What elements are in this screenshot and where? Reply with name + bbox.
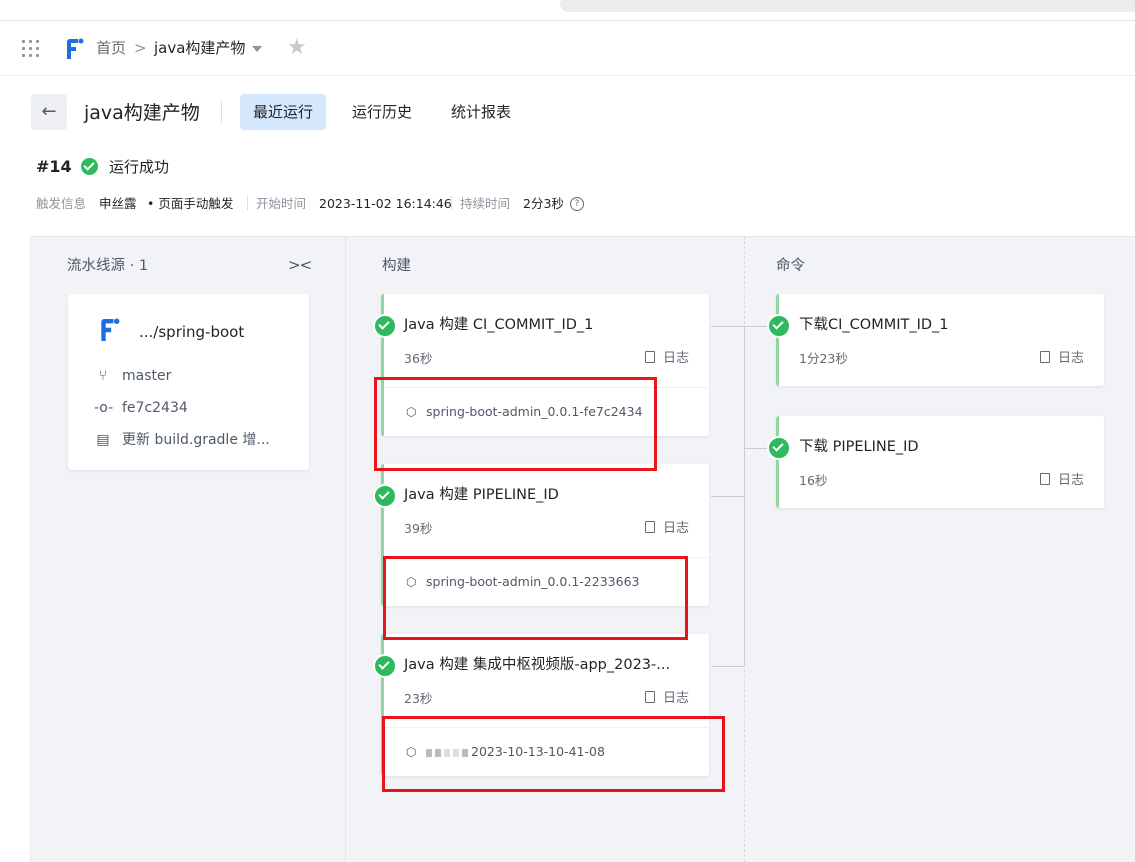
breadcrumb-home[interactable]: 首页: [96, 38, 126, 58]
success-check-icon: [81, 158, 98, 175]
success-check-icon: [767, 436, 791, 460]
log-link[interactable]: 日志: [1039, 351, 1084, 367]
command-job-card[interactable]: 下载CI_COMMIT_ID_1 1分23秒 日志: [776, 294, 1104, 386]
meta-divider: [247, 196, 248, 210]
highlight-box: [382, 716, 725, 792]
tab-statistics[interactable]: 统计报表: [438, 94, 524, 130]
tab-run-history[interactable]: 运行历史: [339, 94, 425, 130]
job-duration: 1分23秒: [799, 351, 848, 366]
star-icon[interactable]: ★: [287, 35, 307, 61]
job-title[interactable]: Java 构建 PIPELINE_ID: [404, 486, 559, 504]
chevron-down-icon[interactable]: [252, 46, 262, 52]
trigger-label: 触发信息: [36, 196, 87, 211]
connector: [744, 326, 745, 666]
success-check-icon: [373, 314, 397, 338]
start-time: 2023-11-02 16:14:46: [319, 196, 452, 211]
job-title[interactable]: Java 构建 集成中枢视频版-app_2023-...: [404, 656, 670, 674]
commit-icon: -o-: [94, 400, 114, 416]
connector: [711, 666, 744, 667]
job-duration: 23秒: [404, 691, 433, 706]
commit-message: 更新 build.gradle 增...: [122, 432, 270, 448]
run-number: #14: [36, 157, 72, 176]
browser-strip: [0, 0, 1135, 20]
connector: [711, 496, 744, 497]
commit-message-row: ▤ 更新 build.gradle 增...: [94, 431, 270, 449]
top-nav-bar: 首页 > java构建产物 ★: [0, 20, 1135, 76]
flow-logo-icon[interactable]: [64, 37, 84, 61]
highlight-box: [383, 556, 688, 640]
source-card[interactable]: .../spring-boot ⑂ master -o-fe7c2434 ▤ 更新 …: [68, 294, 309, 470]
book-icon: [1039, 473, 1050, 485]
document-icon: ▤: [96, 432, 110, 448]
log-link[interactable]: 日志: [644, 351, 689, 367]
breadcrumb-separator: >: [134, 39, 147, 57]
highlight-box: [374, 377, 657, 471]
question-circle-icon[interactable]: ?: [570, 197, 584, 211]
divider: [221, 101, 222, 123]
start-time-label: 开始时间: [256, 196, 307, 211]
run-duration: 2分3秒: [523, 196, 564, 211]
command-job-card[interactable]: 下载 PIPELINE_ID 16秒 日志: [776, 416, 1104, 508]
job-title[interactable]: 下载 PIPELINE_ID: [799, 438, 919, 456]
branch-name: master: [122, 368, 172, 384]
job-duration: 36秒: [404, 351, 433, 366]
branch-icon: ⑂: [98, 368, 108, 384]
tab-recent-runs[interactable]: 最近运行: [240, 94, 327, 130]
success-check-icon: [767, 314, 791, 338]
job-title[interactable]: 下载CI_COMMIT_ID_1: [799, 316, 949, 334]
log-link[interactable]: 日志: [1039, 473, 1084, 489]
job-title[interactable]: Java 构建 CI_COMMIT_ID_1: [404, 316, 593, 334]
source-header: 流水线源 · 1: [67, 258, 149, 274]
collapse-icon[interactable]: ><: [288, 256, 312, 274]
job-duration: 16秒: [799, 473, 828, 488]
commit-row: -o-fe7c2434: [94, 399, 188, 417]
trigger-method: • 页面手动触发: [147, 196, 234, 211]
breadcrumb-current[interactable]: java构建产物: [154, 38, 245, 58]
success-check-icon: [373, 654, 397, 678]
address-bar[interactable]: [560, 0, 1135, 12]
back-button[interactable]: ←: [31, 94, 67, 130]
run-status: 运行成功: [109, 158, 170, 176]
app-grid-icon[interactable]: [22, 40, 42, 58]
book-icon: [644, 351, 655, 363]
book-icon: [644, 691, 655, 703]
book-icon: [644, 521, 655, 533]
arrow-left-icon: ←: [41, 101, 57, 122]
log-link[interactable]: 日志: [644, 521, 689, 537]
duration-label: 持续时间: [460, 196, 511, 211]
log-link[interactable]: 日志: [644, 691, 689, 707]
job-duration: 39秒: [404, 521, 433, 536]
meta-divider: [451, 196, 452, 210]
trigger-user: 申丝露: [99, 196, 137, 211]
stage-command-header: 命令: [776, 258, 805, 274]
page-title: java构建产物: [84, 102, 200, 124]
branch-row: ⑂ master: [94, 367, 172, 385]
stage-build-header: 构建: [382, 258, 411, 274]
success-check-icon: [373, 484, 397, 508]
repo-logo-icon: [101, 318, 120, 341]
connector: [711, 326, 744, 327]
repo-name[interactable]: .../spring-boot: [139, 322, 244, 342]
commit-id: fe7c2434: [122, 400, 188, 416]
book-icon: [1039, 351, 1050, 363]
